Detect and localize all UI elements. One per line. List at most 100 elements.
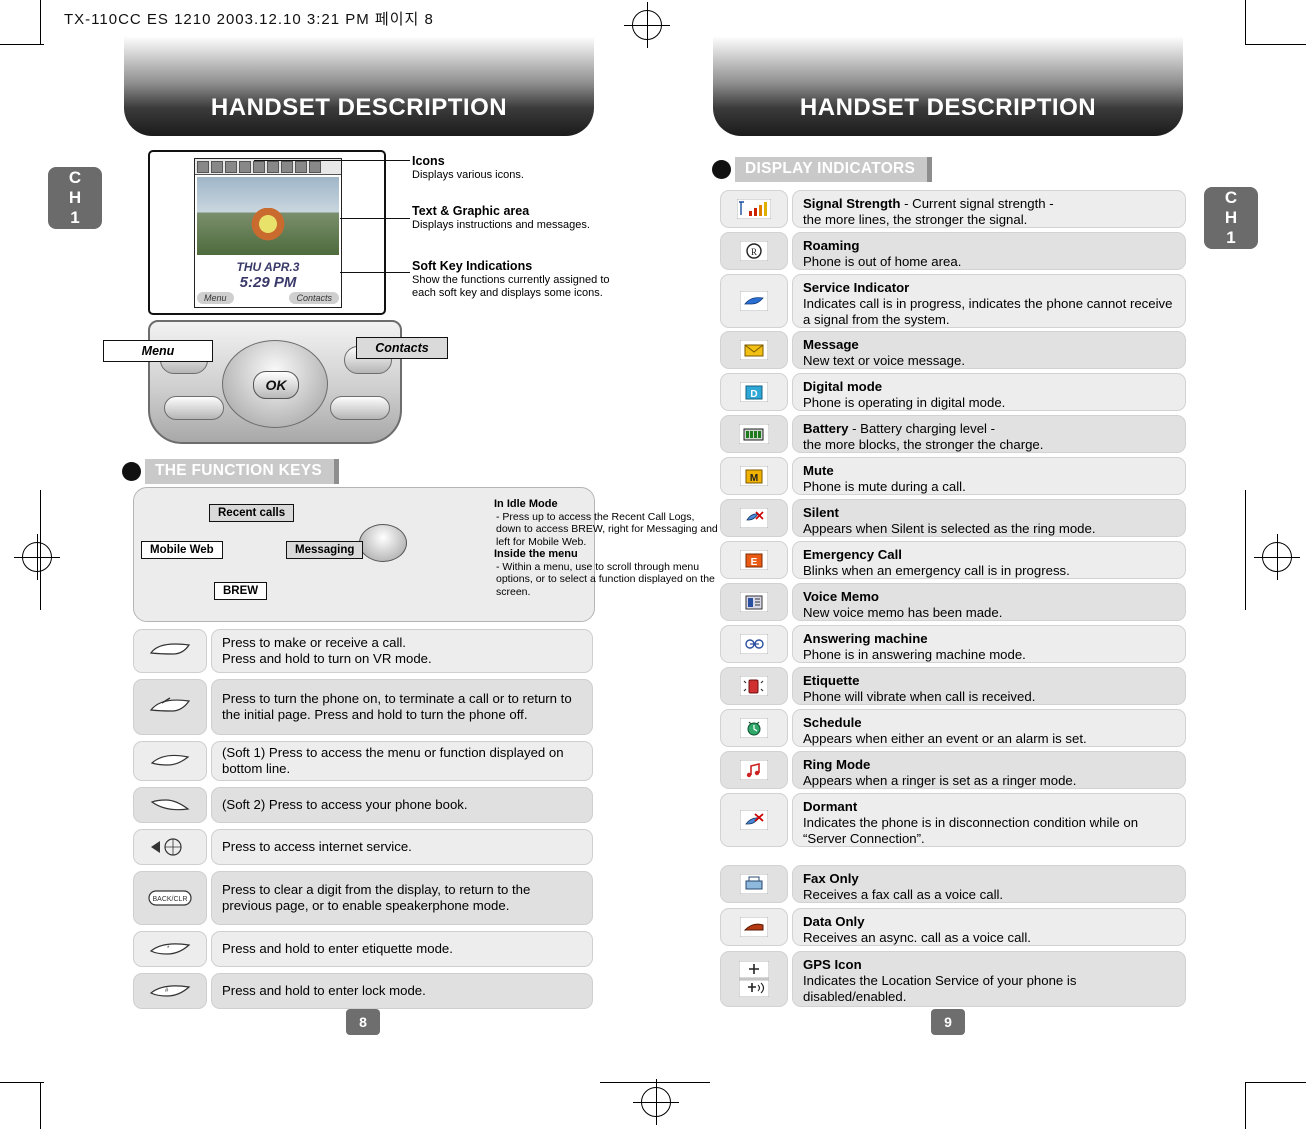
idle-mode-heading: In Idle Mode xyxy=(494,498,558,510)
indicator-answering-body: Answering machine Phone is in answering … xyxy=(792,625,1186,663)
menu-key-label: Menu xyxy=(103,340,213,362)
svg-text:E: E xyxy=(751,557,758,568)
indicator-row-message: Message New text or voice message. xyxy=(720,331,1186,369)
callout-text-graphic-text: Displays instructions and messages. xyxy=(412,219,590,231)
callout-leader-graphic xyxy=(340,218,410,219)
callout-icons: Icons Displays various icons. xyxy=(412,154,622,182)
emergency-call-icon: E xyxy=(720,541,788,579)
indicator-schedule-title: Schedule xyxy=(803,715,862,730)
indicator-emergency-desc: Blinks when an emergency call is in prog… xyxy=(803,563,1070,579)
indicator-dormant-desc: Indicates the phone is in disconnection … xyxy=(803,815,1139,847)
indicator-row-answering: Answering machine Phone is in answering … xyxy=(720,625,1186,663)
indicator-etiquette-desc: Phone will vibrate when call is received… xyxy=(803,689,1036,705)
message-icon xyxy=(720,331,788,369)
indicator-roaming-desc: Phone is out of home area. xyxy=(803,254,962,270)
key-row-etiquette-text: Press and hold to enter etiquette mode. xyxy=(211,931,593,967)
indicator-gps-body: GPS Icon Indicates the Location Service … xyxy=(792,951,1186,1007)
contacts-key-label: Contacts xyxy=(356,337,448,359)
indicator-data-desc: Receives an async. call as a voice call. xyxy=(803,930,1031,946)
key-row-back-text: Press to clear a digit from the display,… xyxy=(211,871,593,925)
dormant-icon xyxy=(720,793,788,847)
service-indicator-icon xyxy=(720,274,788,328)
indicator-etiquette-body: Etiquette Phone will vibrate when call i… xyxy=(792,667,1186,705)
indicator-data-body: Data Only Receives an async. call as a v… xyxy=(792,908,1186,946)
gps-glyph xyxy=(739,961,769,997)
service-indicator-glyph xyxy=(740,291,768,311)
diagram-label-recent-calls: Recent calls xyxy=(209,504,295,522)
voice-memo-icon xyxy=(720,583,788,621)
diagram-label-messaging-text: Messaging xyxy=(295,544,355,556)
answering-machine-icon xyxy=(720,625,788,663)
key-row-send: Press to make or receive a call. Press a… xyxy=(133,629,593,673)
lock-key-glyph: # xyxy=(149,985,191,997)
digital-mode-icon xyxy=(225,160,237,173)
left-banner-title: HANDSET DESCRIPTION xyxy=(210,94,508,121)
lcd-date-text: THU APR.3 xyxy=(236,260,300,274)
battery-icon xyxy=(309,160,321,173)
crop-mark xyxy=(1245,1082,1246,1129)
svg-text:R: R xyxy=(751,247,757,257)
indicator-voice-memo-desc: New voice memo has been made. xyxy=(803,605,1003,621)
section-function-keys-title: THE FUNCTION KEYS xyxy=(145,458,339,484)
roaming-glyph: R xyxy=(740,241,768,261)
mute-glyph: M xyxy=(740,466,768,486)
indicator-service-body: Service Indicator Indicates call is in p… xyxy=(792,274,1186,328)
svg-text:BACK/CLR: BACK/CLR xyxy=(152,896,187,903)
indicator-silent-body: Silent Appears when Silent is selected a… xyxy=(792,499,1186,537)
indicator-silent-desc: Appears when Silent is selected as the r… xyxy=(803,521,1096,537)
lcd-wallpaper-image xyxy=(197,177,339,255)
diagram-label-brew-text: BREW xyxy=(223,585,259,597)
diagram-label-messaging: Messaging xyxy=(286,541,364,559)
indicator-silent-title: Silent xyxy=(803,505,839,520)
section-display-indicators-title: DISPLAY INDICATORS xyxy=(735,156,933,182)
indicator-row-battery: Battery - Battery charging level - the m… xyxy=(720,415,1186,453)
mute-icon: M xyxy=(720,457,788,495)
indicator-mute-desc: Phone is mute during a call. xyxy=(803,479,966,495)
indicator-row-silent: Silent Appears when Silent is selected a… xyxy=(720,499,1186,537)
manual-page-spread: TX-110CC ES 1210 2003.12.10 3:21 PM 페이지 … xyxy=(0,0,1306,1129)
key-row-lock-text: Press and hold to enter lock mode. xyxy=(211,973,593,1009)
callout-icons-title: Icons xyxy=(412,154,445,168)
indicator-data-title: Data Only xyxy=(803,914,865,929)
indicator-row-dormant: Dormant Indicates the phone is in discon… xyxy=(720,793,1186,847)
indicator-digital-desc: Phone is operating in digital mode. xyxy=(803,395,1006,411)
end-power-key-glyph xyxy=(149,697,191,712)
diagram-label-mobile-web-text: Mobile Web xyxy=(150,544,214,556)
crop-mark xyxy=(1245,1082,1306,1083)
registration-mark xyxy=(14,534,60,580)
schedule-glyph xyxy=(740,718,768,738)
left-page-banner: HANDSET DESCRIPTION xyxy=(124,36,594,136)
key-row-soft1-text: (Soft 1) Press to access the menu or fun… xyxy=(211,741,593,781)
left-chapter-tab: C H 1 xyxy=(48,167,102,229)
schedule-icon xyxy=(720,709,788,747)
callout-soft-key-text: Show the functions currently assigned to… xyxy=(412,274,610,299)
print-file-mark: TX-110CC ES 1210 2003.12.10 3:21 PM 페이지 … xyxy=(64,11,434,28)
right-page-banner: HANDSET DESCRIPTION xyxy=(713,36,1183,136)
registration-mark xyxy=(1254,534,1300,580)
voice-memo-glyph xyxy=(740,592,768,612)
indicator-dormant-body: Dormant Indicates the phone is in discon… xyxy=(792,793,1186,847)
chapter-letter-h: H xyxy=(68,188,82,207)
crop-mark xyxy=(40,0,41,44)
etiquette-icon xyxy=(720,667,788,705)
indicator-answering-title: Answering machine xyxy=(803,631,928,646)
callout-leader-icons xyxy=(254,160,410,161)
end-key xyxy=(330,396,390,420)
indicator-dormant-title: Dormant xyxy=(803,799,858,814)
registration-mark xyxy=(624,2,670,48)
indicator-schedule-desc: Appears when either an event or an alarm… xyxy=(803,731,1087,747)
inside-menu-text: - Within a menu, use to scroll through m… xyxy=(496,560,715,598)
crop-mark xyxy=(1245,44,1306,45)
indicator-battery-title: Battery xyxy=(803,421,849,436)
key-row-internet: Press to access internet service. xyxy=(133,829,593,865)
key-row-lock: # Press and hold to enter lock mode. xyxy=(133,973,593,1009)
indicator-row-signal: Signal Strength - Current signal strengt… xyxy=(720,190,1186,228)
indicator-fax-title: Fax Only xyxy=(803,871,859,886)
key-row-end: Press to turn the phone on, to terminate… xyxy=(133,679,593,735)
indicator-row-data: Data Only Receives an async. call as a v… xyxy=(720,908,1186,946)
indicator-ring-mode-title: Ring Mode xyxy=(803,757,871,772)
emergency-call-glyph: E xyxy=(740,550,768,570)
schedule-icon xyxy=(281,160,293,173)
gps-icon xyxy=(720,951,788,1007)
ring-mode-icon xyxy=(720,751,788,789)
